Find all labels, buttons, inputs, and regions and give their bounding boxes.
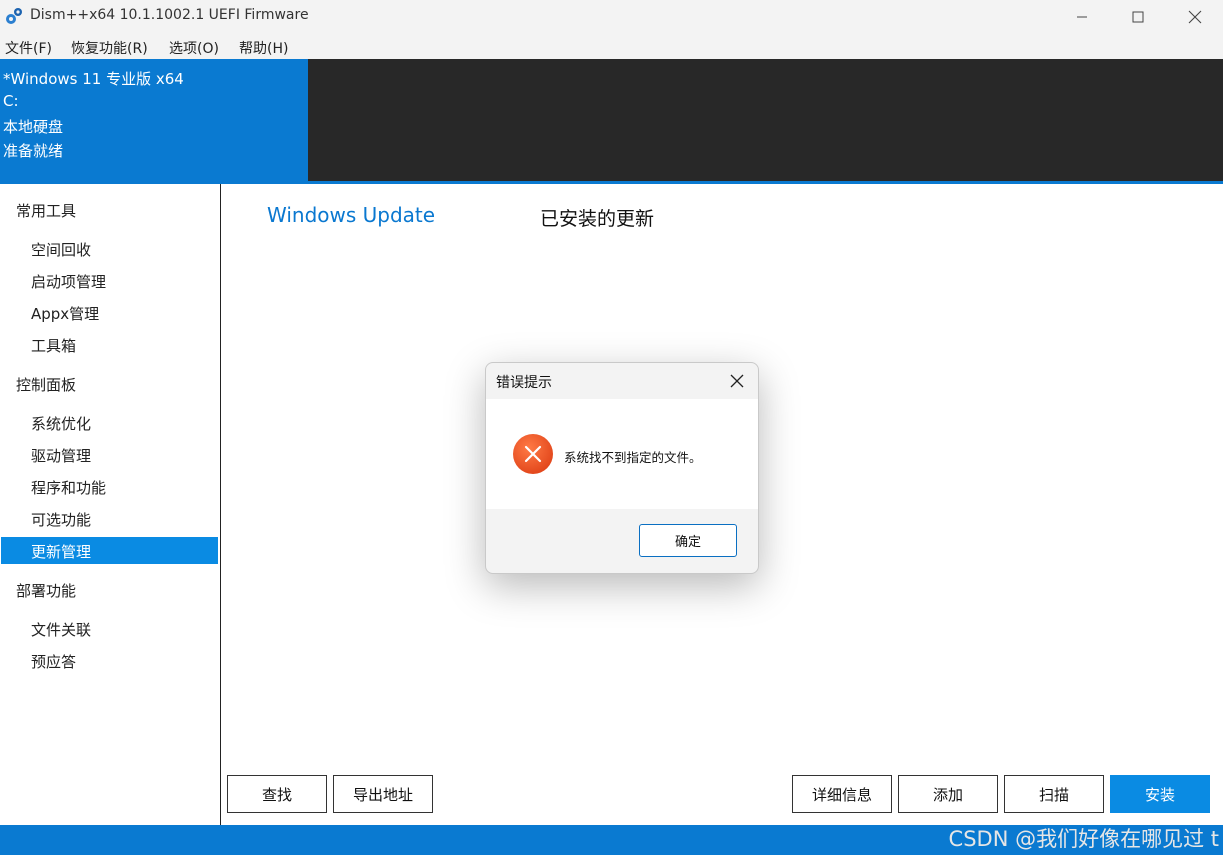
image-disk-type: 本地硬盘 [3, 118, 64, 136]
watermark: CSDN @我们好像在哪见过 t [948, 827, 1219, 851]
header-image-list [308, 59, 1223, 181]
menu-options[interactable]: 选项(O) [169, 38, 219, 58]
sidebar-item-startup[interactable]: 启动项管理 [31, 271, 106, 292]
add-button[interactable]: 添加 [898, 775, 998, 813]
minimize-button[interactable] [1054, 0, 1110, 33]
image-name: *Windows 11 专业版 x64 [3, 70, 184, 88]
sidebar-category-common-tools: 常用工具 [16, 202, 77, 220]
sidebar-item-drivers[interactable]: 驱动管理 [31, 445, 91, 466]
sidebar: 常用工具 空间回收 启动项管理 Appx管理 工具箱 控制面板 系统优化 驱动管… [0, 184, 221, 825]
sidebar-item-space-cleanup[interactable]: 空间回收 [31, 239, 91, 260]
close-window-button[interactable] [1167, 0, 1223, 33]
dialog-body: 系统找不到指定的文件。 [486, 399, 758, 509]
window-title: Dism++x64 10.1.1002.1 UEFI Firmware [30, 7, 309, 23]
sidebar-item-answer-file[interactable]: 预应答 [31, 651, 76, 672]
sidebar-item-toolbox[interactable]: 工具箱 [31, 335, 76, 356]
sidebar-item-updates[interactable]: 更新管理 [31, 541, 91, 562]
sidebar-item-appx[interactable]: Appx管理 [31, 303, 99, 324]
sidebar-item-optimize[interactable]: 系统优化 [31, 413, 91, 434]
maximize-button[interactable] [1110, 0, 1166, 33]
sidebar-item-optional-features[interactable]: 可选功能 [31, 509, 91, 530]
export-address-button[interactable]: 导出地址 [333, 775, 433, 813]
details-button[interactable]: 详细信息 [792, 775, 892, 813]
scan-button[interactable]: 扫描 [1004, 775, 1104, 813]
menu-file[interactable]: 文件(F) [5, 38, 52, 58]
sidebar-item-file-assoc[interactable]: 文件关联 [31, 619, 91, 640]
tab-installed-updates[interactable]: 已安装的更新 [540, 204, 654, 231]
error-dialog: 错误提示 系统找不到指定的文件。 确定 [485, 362, 759, 574]
close-icon [1188, 10, 1202, 23]
install-button[interactable]: 安装 [1110, 775, 1210, 813]
menu-help[interactable]: 帮助(H) [239, 38, 288, 58]
sidebar-category-deploy: 部署功能 [16, 582, 77, 600]
gears-icon [6, 8, 22, 24]
close-icon[interactable] [728, 372, 746, 390]
dialog-title: 错误提示 [496, 375, 552, 391]
minimize-icon [1077, 16, 1087, 17]
title-bar: Dism++x64 10.1.1002.1 UEFI Firmware [0, 0, 1223, 33]
maximize-icon [1132, 11, 1144, 22]
sidebar-item-programs[interactable]: 程序和功能 [31, 477, 106, 498]
error-icon [513, 434, 553, 474]
image-drive: C: [3, 92, 19, 110]
dialog-message: 系统找不到指定的文件。 [564, 450, 702, 465]
sidebar-category-control-panel: 控制面板 [16, 376, 77, 394]
ok-button[interactable]: 确定 [639, 524, 737, 557]
page-title[interactable]: Windows Update [267, 203, 435, 227]
image-info-panel[interactable]: *Windows 11 专业版 x64 C: 本地硬盘 准备就绪 [0, 59, 308, 181]
search-button[interactable]: 查找 [227, 775, 327, 813]
menu-bar: 文件(F) 恢复功能(R) 选项(O) 帮助(H) [0, 33, 1223, 59]
image-status: 准备就绪 [3, 142, 64, 160]
menu-restore[interactable]: 恢复功能(R) [71, 38, 148, 58]
